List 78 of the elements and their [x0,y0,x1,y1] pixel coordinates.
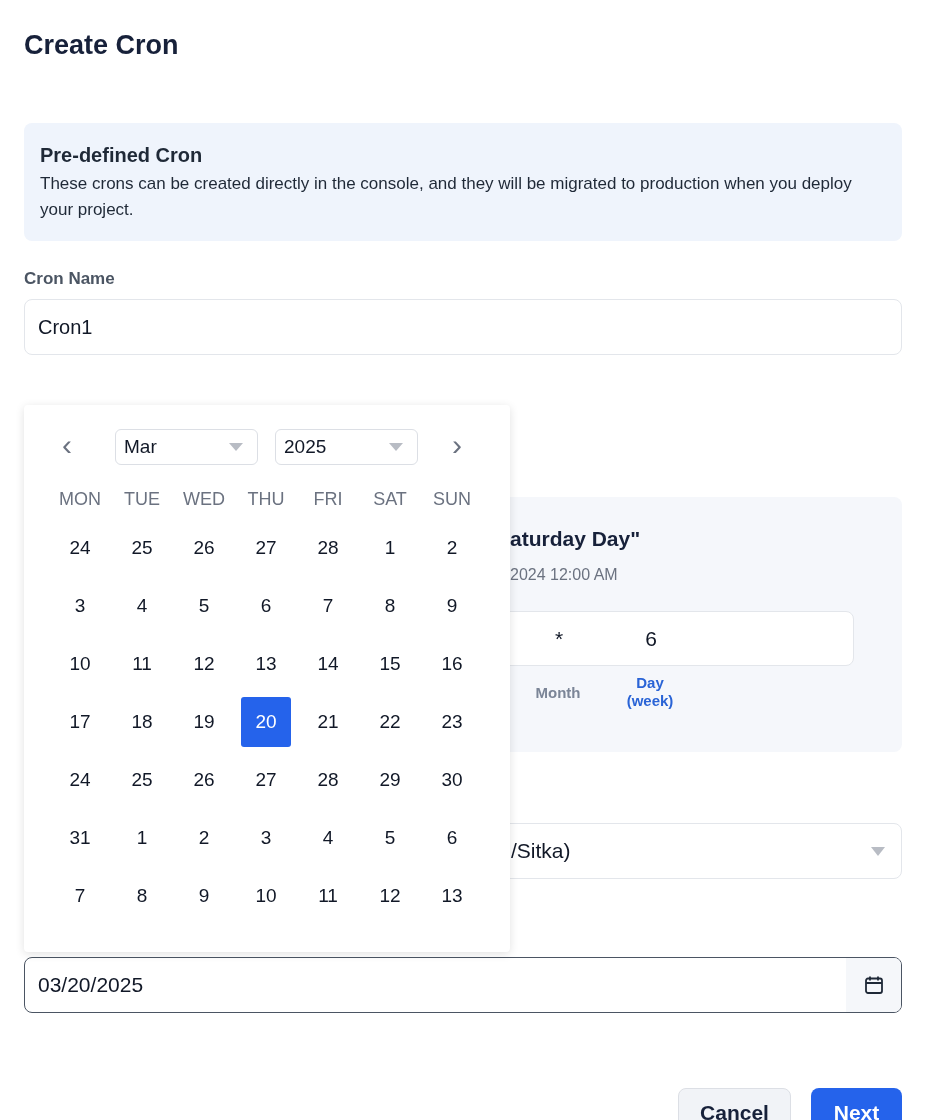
calendar-day[interactable]: 9 [427,581,477,631]
year-select[interactable]: 2025 [275,429,418,465]
calendar-day[interactable]: 23 [427,697,477,747]
calendar-day[interactable]: 29 [365,755,415,805]
calendar-day[interactable]: 10 [55,639,105,689]
caret-icon [871,846,885,856]
calendar-day[interactable]: 12 [179,639,229,689]
cron-field-label[interactable]: Day (week) [604,674,696,710]
calendar-day[interactable]: 6 [241,581,291,631]
calendar-day[interactable]: 26 [179,523,229,573]
calendar-day[interactable]: 4 [117,581,167,631]
calendar-day[interactable]: 30 [427,755,477,805]
page-title: Create Cron [24,29,180,61]
calendar-day[interactable]: 8 [365,581,415,631]
cancel-button[interactable]: Cancel [678,1088,791,1120]
calendar-day[interactable]: 1 [365,523,415,573]
calendar-day[interactable]: 1 [117,813,167,863]
date-field[interactable]: 03/20/2025 [24,957,902,1013]
calendar-button[interactable] [846,958,901,1012]
cron-name-field[interactable]: Cron1 [24,299,902,355]
calendar-day[interactable]: 2 [427,523,477,573]
calendar-day[interactable]: 10 [241,871,291,921]
calendar-day[interactable]: 4 [303,813,353,863]
info-text: These crons can be created directly in the console, and they will be migrated to production when you deploy your project. [40,173,853,221]
calendar-day[interactable]: 26 [179,755,229,805]
calendar-day[interactable]: 3 [55,581,105,631]
calendar-day[interactable]: 17 [55,697,105,747]
calendar-day[interactable]: 18 [117,697,167,747]
calendar-day[interactable]: 9 [179,871,229,921]
calendar-day[interactable]: 11 [303,871,353,921]
calendar-day[interactable]: 31 [55,813,105,863]
cron-field-value: 6 [644,626,658,651]
calendar-day[interactable]: 14 [303,639,353,689]
calendar-day[interactable]: 20 [241,697,291,747]
calendar-day[interactable]: 27 [241,523,291,573]
weekday-label: TUE [123,489,161,510]
calendar-day[interactable]: 6 [427,813,477,863]
calendar-day[interactable]: 11 [117,639,167,689]
calendar-day[interactable]: 24 [55,755,105,805]
calendar-day[interactable]: 13 [427,871,477,921]
calendar-day[interactable]: 5 [365,813,415,863]
calendar-day[interactable]: 7 [303,581,353,631]
next-button[interactable]: Next [811,1088,902,1120]
weekday-label: MON [58,489,102,510]
calendar-day[interactable]: 28 [303,523,353,573]
calendar-day[interactable]: 12 [365,871,415,921]
calendar-day[interactable]: 25 [117,523,167,573]
calendar-day[interactable]: 15 [365,639,415,689]
calendar-day[interactable]: 13 [241,639,291,689]
calendar-day[interactable]: 2 [179,813,229,863]
preview-title: aturday Day" [510,526,642,552]
preview-subtitle: 2024 12:00 AM [510,566,619,584]
calendar-day[interactable]: 28 [303,755,353,805]
calendar-day[interactable]: 27 [241,755,291,805]
calendar-day[interactable]: 5 [179,581,229,631]
calendar-icon [863,975,884,995]
calendar-day[interactable]: 8 [117,871,167,921]
caret-icon [229,443,243,451]
field-label: Cron Name [24,268,116,290]
info-heading: Pre-defined Cron [40,143,204,168]
weekday-label: THU [246,489,286,510]
cron-field-value: * [553,626,565,651]
weekday-label: SAT [372,489,408,510]
calendar-day[interactable]: 3 [241,813,291,863]
next-month-button[interactable]: › [440,430,480,460]
weekday-label: SUN [432,489,472,510]
previous-month-button[interactable]: ‹ [50,430,90,460]
month-select[interactable]: Mar [115,429,258,465]
weekday-label: FRI [312,489,344,510]
calendar-day[interactable]: 22 [365,697,415,747]
calendar-day[interactable]: 7 [55,871,105,921]
calendar-day[interactable]: 25 [117,755,167,805]
calendar-day[interactable]: 16 [427,639,477,689]
caret-icon [389,443,403,451]
calendar-day[interactable]: 24 [55,523,105,573]
calendar-day[interactable]: 19 [179,697,229,747]
weekday-label: WED [182,489,226,510]
calendar-day[interactable]: 21 [303,697,353,747]
